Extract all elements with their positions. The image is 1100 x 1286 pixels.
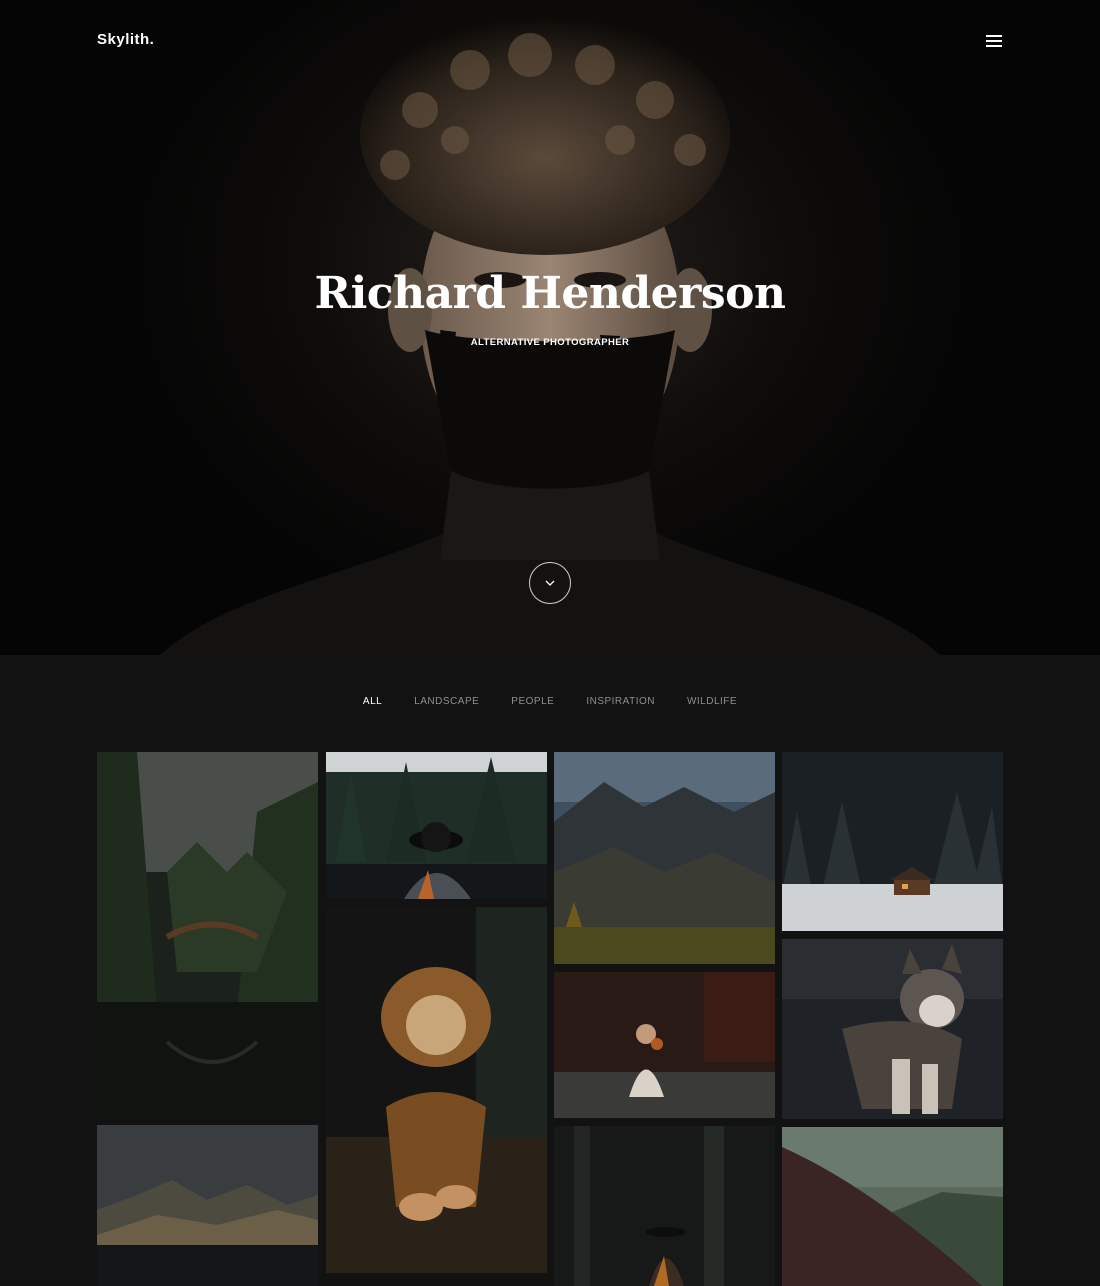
gallery-item-forest-bridge[interactable] [97, 752, 318, 1117]
tiger-image [326, 907, 547, 1273]
mountain-lake-image [97, 1125, 318, 1286]
filter-all[interactable]: ALL [363, 696, 382, 710]
gallery-item-hills[interactable] [782, 1127, 1003, 1286]
filter-inspiration[interactable]: INSPIRATION [586, 696, 655, 710]
menu-line [986, 45, 1002, 47]
site-logo[interactable]: Skylith. [97, 31, 154, 48]
hero-portrait-image [0, 0, 1100, 655]
gallery-item-woman-by-stream[interactable] [554, 972, 775, 1118]
gallery-item-husky[interactable] [782, 939, 1003, 1119]
mountain-valley-image [554, 752, 775, 964]
forest-hiker-image [554, 1126, 775, 1286]
gallery-item-forest-hiker[interactable] [554, 1126, 775, 1286]
filter-landscape[interactable]: LANDSCAPE [414, 696, 479, 710]
gallery-item-mountain-valley[interactable] [554, 752, 775, 964]
scroll-down-button[interactable] [529, 562, 571, 604]
filter-wildlife[interactable]: WILDLIFE [687, 696, 737, 710]
gallery-item-snow-cabin[interactable] [782, 752, 1003, 931]
gallery-item-mountain-lake[interactable] [97, 1125, 318, 1286]
filter-people[interactable]: PEOPLE [511, 696, 554, 710]
gallery-item-hat-woman-forest[interactable] [326, 752, 547, 899]
snow-cabin-image [782, 752, 1003, 931]
hamburger-icon[interactable] [983, 32, 1005, 50]
gallery-item-tiger[interactable] [326, 907, 547, 1273]
woman-by-stream-image [554, 972, 775, 1118]
menu-line [986, 35, 1002, 37]
hero-title: Richard Henderson [314, 268, 786, 319]
portfolio-filters: ALL LANDSCAPE PEOPLE INSPIRATION WILDLIF… [0, 696, 1100, 710]
hills-image [782, 1127, 1003, 1286]
hero-section: Skylith. Richard Henderson ALTERNATIVE P… [0, 0, 1100, 655]
hero-subtitle: ALTERNATIVE PHOTOGRAPHER [470, 337, 630, 348]
chevron-down-icon [545, 580, 555, 586]
hat-woman-forest-image [326, 752, 547, 899]
forest-bridge-image [97, 752, 318, 1117]
menu-line [986, 40, 1002, 42]
husky-image [782, 939, 1003, 1119]
